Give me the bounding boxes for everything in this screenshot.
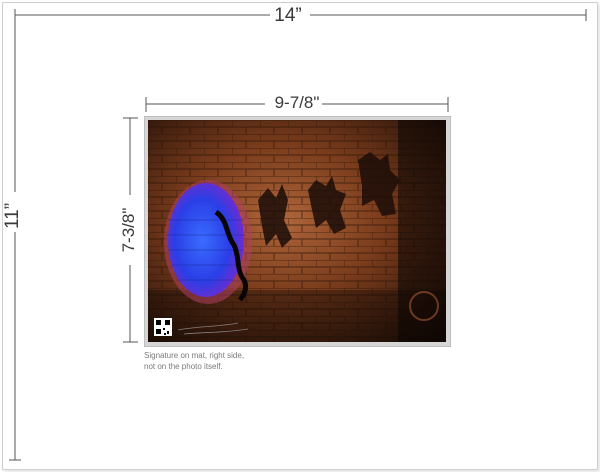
photo-image <box>148 120 446 342</box>
print-layout-diagram: 14” 11” 9-7/8" 7-3/8" Signature on mat, … <box>0 0 600 472</box>
portal-glow <box>164 180 252 304</box>
caption-line-2: not on the photo itself. <box>144 362 223 371</box>
photo-height-label: 7-3/8" <box>119 207 138 253</box>
qr-code-icon <box>154 318 172 336</box>
photo-mat <box>144 116 451 347</box>
photo-width-label: 9-7/8" <box>274 93 320 112</box>
overall-width-label: 14” <box>274 5 302 26</box>
mat-signature-note: Signature on mat, right side, not on the… <box>144 350 244 372</box>
overall-height-label: 11” <box>2 202 23 230</box>
caption-line-1: Signature on mat, right side, <box>144 351 245 360</box>
